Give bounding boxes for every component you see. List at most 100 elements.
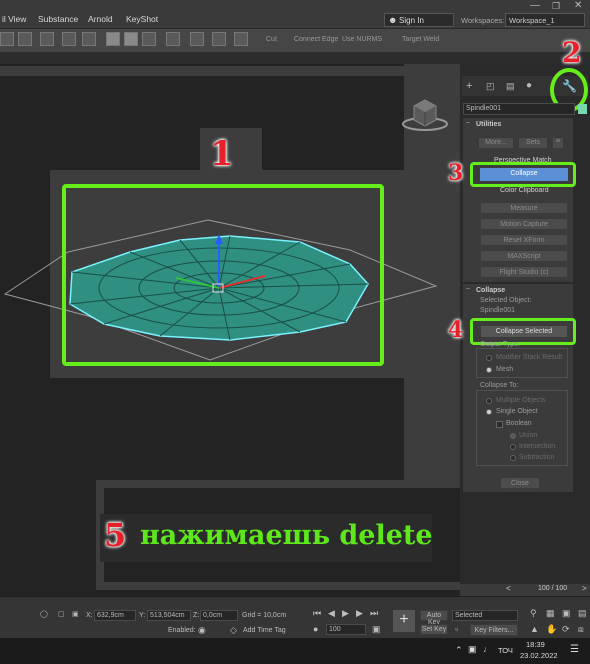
enabled-toggle-icon[interactable]: ◉: [198, 625, 206, 636]
notifications-icon[interactable]: ☰: [570, 644, 579, 655]
lock-icon[interactable]: ◯: [40, 610, 48, 618]
reset-xform-button[interactable]: Reset XForm: [480, 234, 568, 246]
connect-edge-tool[interactable]: Connect Edge: [294, 36, 338, 43]
auto-key-button[interactable]: Auto Key: [420, 610, 448, 626]
input-language[interactable]: ТОЧ: [498, 646, 513, 655]
toolbar-button[interactable]: [106, 32, 120, 46]
next-key-icon[interactable]: ▶: [356, 608, 363, 619]
toolbar-button[interactable]: [190, 32, 204, 46]
toolbar-button[interactable]: [166, 32, 180, 46]
cut-tool[interactable]: Cut: [266, 36, 277, 43]
goto-end-icon[interactable]: ⏭: [370, 608, 378, 619]
utilities-rollout-title: Utilities: [476, 121, 502, 128]
use-nurms-tool[interactable]: Use NURMS: [342, 36, 382, 43]
motion-tab-icon[interactable]: ●: [526, 80, 532, 91]
utilities-rollout-toggle[interactable]: −: [466, 120, 470, 127]
object-name-field[interactable]: Spindle001: [463, 103, 575, 115]
play-icon[interactable]: ▶: [342, 608, 349, 619]
step-number-5: 5: [104, 516, 127, 554]
motion-capture-button[interactable]: Motion Capture: [480, 218, 568, 230]
selection-lock-icon[interactable]: ▢: [58, 610, 65, 618]
toolbar-button[interactable]: [0, 32, 14, 46]
goto-start-icon[interactable]: ⏮: [313, 608, 321, 619]
current-frame-field[interactable]: 100: [326, 624, 366, 635]
key-filter-icon[interactable]: ▫: [455, 624, 458, 634]
prev-frame-icon[interactable]: <: [506, 584, 511, 593]
radio-single-object[interactable]: [486, 409, 492, 415]
enabled-label: Enabled:: [168, 627, 196, 634]
workspace-select[interactable]: Workspace_1: [505, 13, 585, 27]
target-weld-tool[interactable]: Target Weld: [402, 36, 439, 43]
modifier-stack-label: Modifier Stack Result: [496, 354, 563, 361]
object-color-swatch[interactable]: [578, 104, 587, 114]
next-frame-icon[interactable]: >: [582, 584, 587, 593]
single-object-label: Single Object: [496, 408, 538, 415]
radio-union[interactable]: [510, 433, 516, 439]
toolbar-button[interactable]: [212, 32, 226, 46]
time-slider[interactable]: [460, 584, 590, 596]
selection-set-dropdown[interactable]: Selected: [452, 610, 518, 621]
restore-icon[interactable]: ❐: [552, 1, 560, 12]
close-window-icon[interactable]: ✕: [574, 0, 582, 11]
z-coordinate-field[interactable]: 0,0cm: [200, 610, 238, 621]
boolean-checkbox[interactable]: [496, 421, 503, 428]
time-tag-icon[interactable]: ◇: [230, 625, 237, 636]
toolbar-button[interactable]: [142, 32, 156, 46]
intersection-label: Intersection: [519, 443, 556, 450]
viewcube-icon[interactable]: [398, 96, 452, 134]
zoom-extents-icon[interactable]: ▣: [562, 608, 571, 619]
radio-mesh[interactable]: [486, 367, 492, 373]
viewport-shade: [96, 480, 460, 488]
color-clipboard-button[interactable]: Color Clipboard: [500, 187, 549, 194]
close-button[interactable]: Close: [500, 477, 540, 489]
menu-item-arnold[interactable]: Arnold: [88, 14, 113, 24]
toolbar-button[interactable]: [234, 32, 248, 46]
menu-item-view[interactable]: il View: [2, 14, 26, 24]
modify-tab-icon[interactable]: ◰: [486, 81, 495, 92]
toolbar-button[interactable]: [62, 32, 76, 46]
network-icon[interactable]: ▣: [468, 644, 477, 655]
minimize-icon[interactable]: —: [530, 0, 540, 11]
time-config-icon[interactable]: ▣: [372, 624, 381, 635]
maxscript-button[interactable]: MAXScript: [480, 250, 568, 262]
key-filters-button[interactable]: Key Filters...: [470, 624, 518, 636]
flight-studio-button[interactable]: Flight Studio (c): [480, 266, 568, 278]
field-of-view-icon[interactable]: ▲: [530, 624, 539, 634]
create-tab-icon[interactable]: +: [466, 80, 472, 92]
add-time-tag-button[interactable]: Add Time Tag: [243, 627, 286, 634]
tray-chevron-icon[interactable]: ⌃: [455, 645, 463, 656]
y-coordinate-field[interactable]: 513,504cm: [147, 610, 191, 621]
radio-intersection[interactable]: [510, 444, 516, 450]
set-key-button[interactable]: Set Key: [420, 624, 448, 635]
toolbar-button[interactable]: [82, 32, 96, 46]
sign-in-button[interactable]: ☻ Sign In: [384, 13, 454, 27]
collapse-rollout-toggle[interactable]: −: [466, 286, 470, 293]
more-button[interactable]: More...: [478, 137, 514, 149]
zoom-icon[interactable]: ⚲: [530, 608, 537, 619]
radio-subtraction[interactable]: [510, 455, 516, 461]
toolbar-button[interactable]: [18, 32, 32, 46]
maximize-viewport-icon[interactable]: ⧈: [578, 624, 584, 635]
pan-icon[interactable]: ✋: [546, 624, 557, 635]
toolbar-button[interactable]: [40, 32, 54, 46]
zoom-all-icon[interactable]: ▦: [546, 608, 555, 619]
set-key-plus-button[interactable]: +: [393, 610, 415, 632]
volume-icon[interactable]: ♩: [483, 644, 492, 654]
menu-item-substance[interactable]: Substance: [38, 14, 78, 24]
radio-multiple-objects[interactable]: [486, 398, 492, 404]
x-coordinate-field[interactable]: 632,9cm: [94, 610, 136, 621]
measure-button[interactable]: Measure: [480, 202, 568, 214]
toolbar-button[interactable]: [124, 32, 138, 46]
output-type-label: Output Type:: [480, 341, 520, 348]
workspaces-label: Workspaces:: [461, 16, 505, 25]
sets-config-button[interactable]: ≡: [552, 137, 564, 149]
radio-modifier-stack[interactable]: [486, 355, 492, 361]
menu-item-keyshot[interactable]: KeyShot: [126, 14, 158, 24]
key-mode-icon[interactable]: ●: [313, 624, 318, 634]
absolute-mode-icon[interactable]: ▣: [72, 610, 79, 618]
zoom-extents-all-icon[interactable]: ▤: [578, 608, 587, 619]
prev-key-icon[interactable]: ◀: [328, 608, 335, 619]
orbit-icon[interactable]: ⟳: [562, 624, 570, 635]
sets-button[interactable]: Sets: [518, 137, 548, 149]
hierarchy-tab-icon[interactable]: ▤: [506, 81, 515, 92]
